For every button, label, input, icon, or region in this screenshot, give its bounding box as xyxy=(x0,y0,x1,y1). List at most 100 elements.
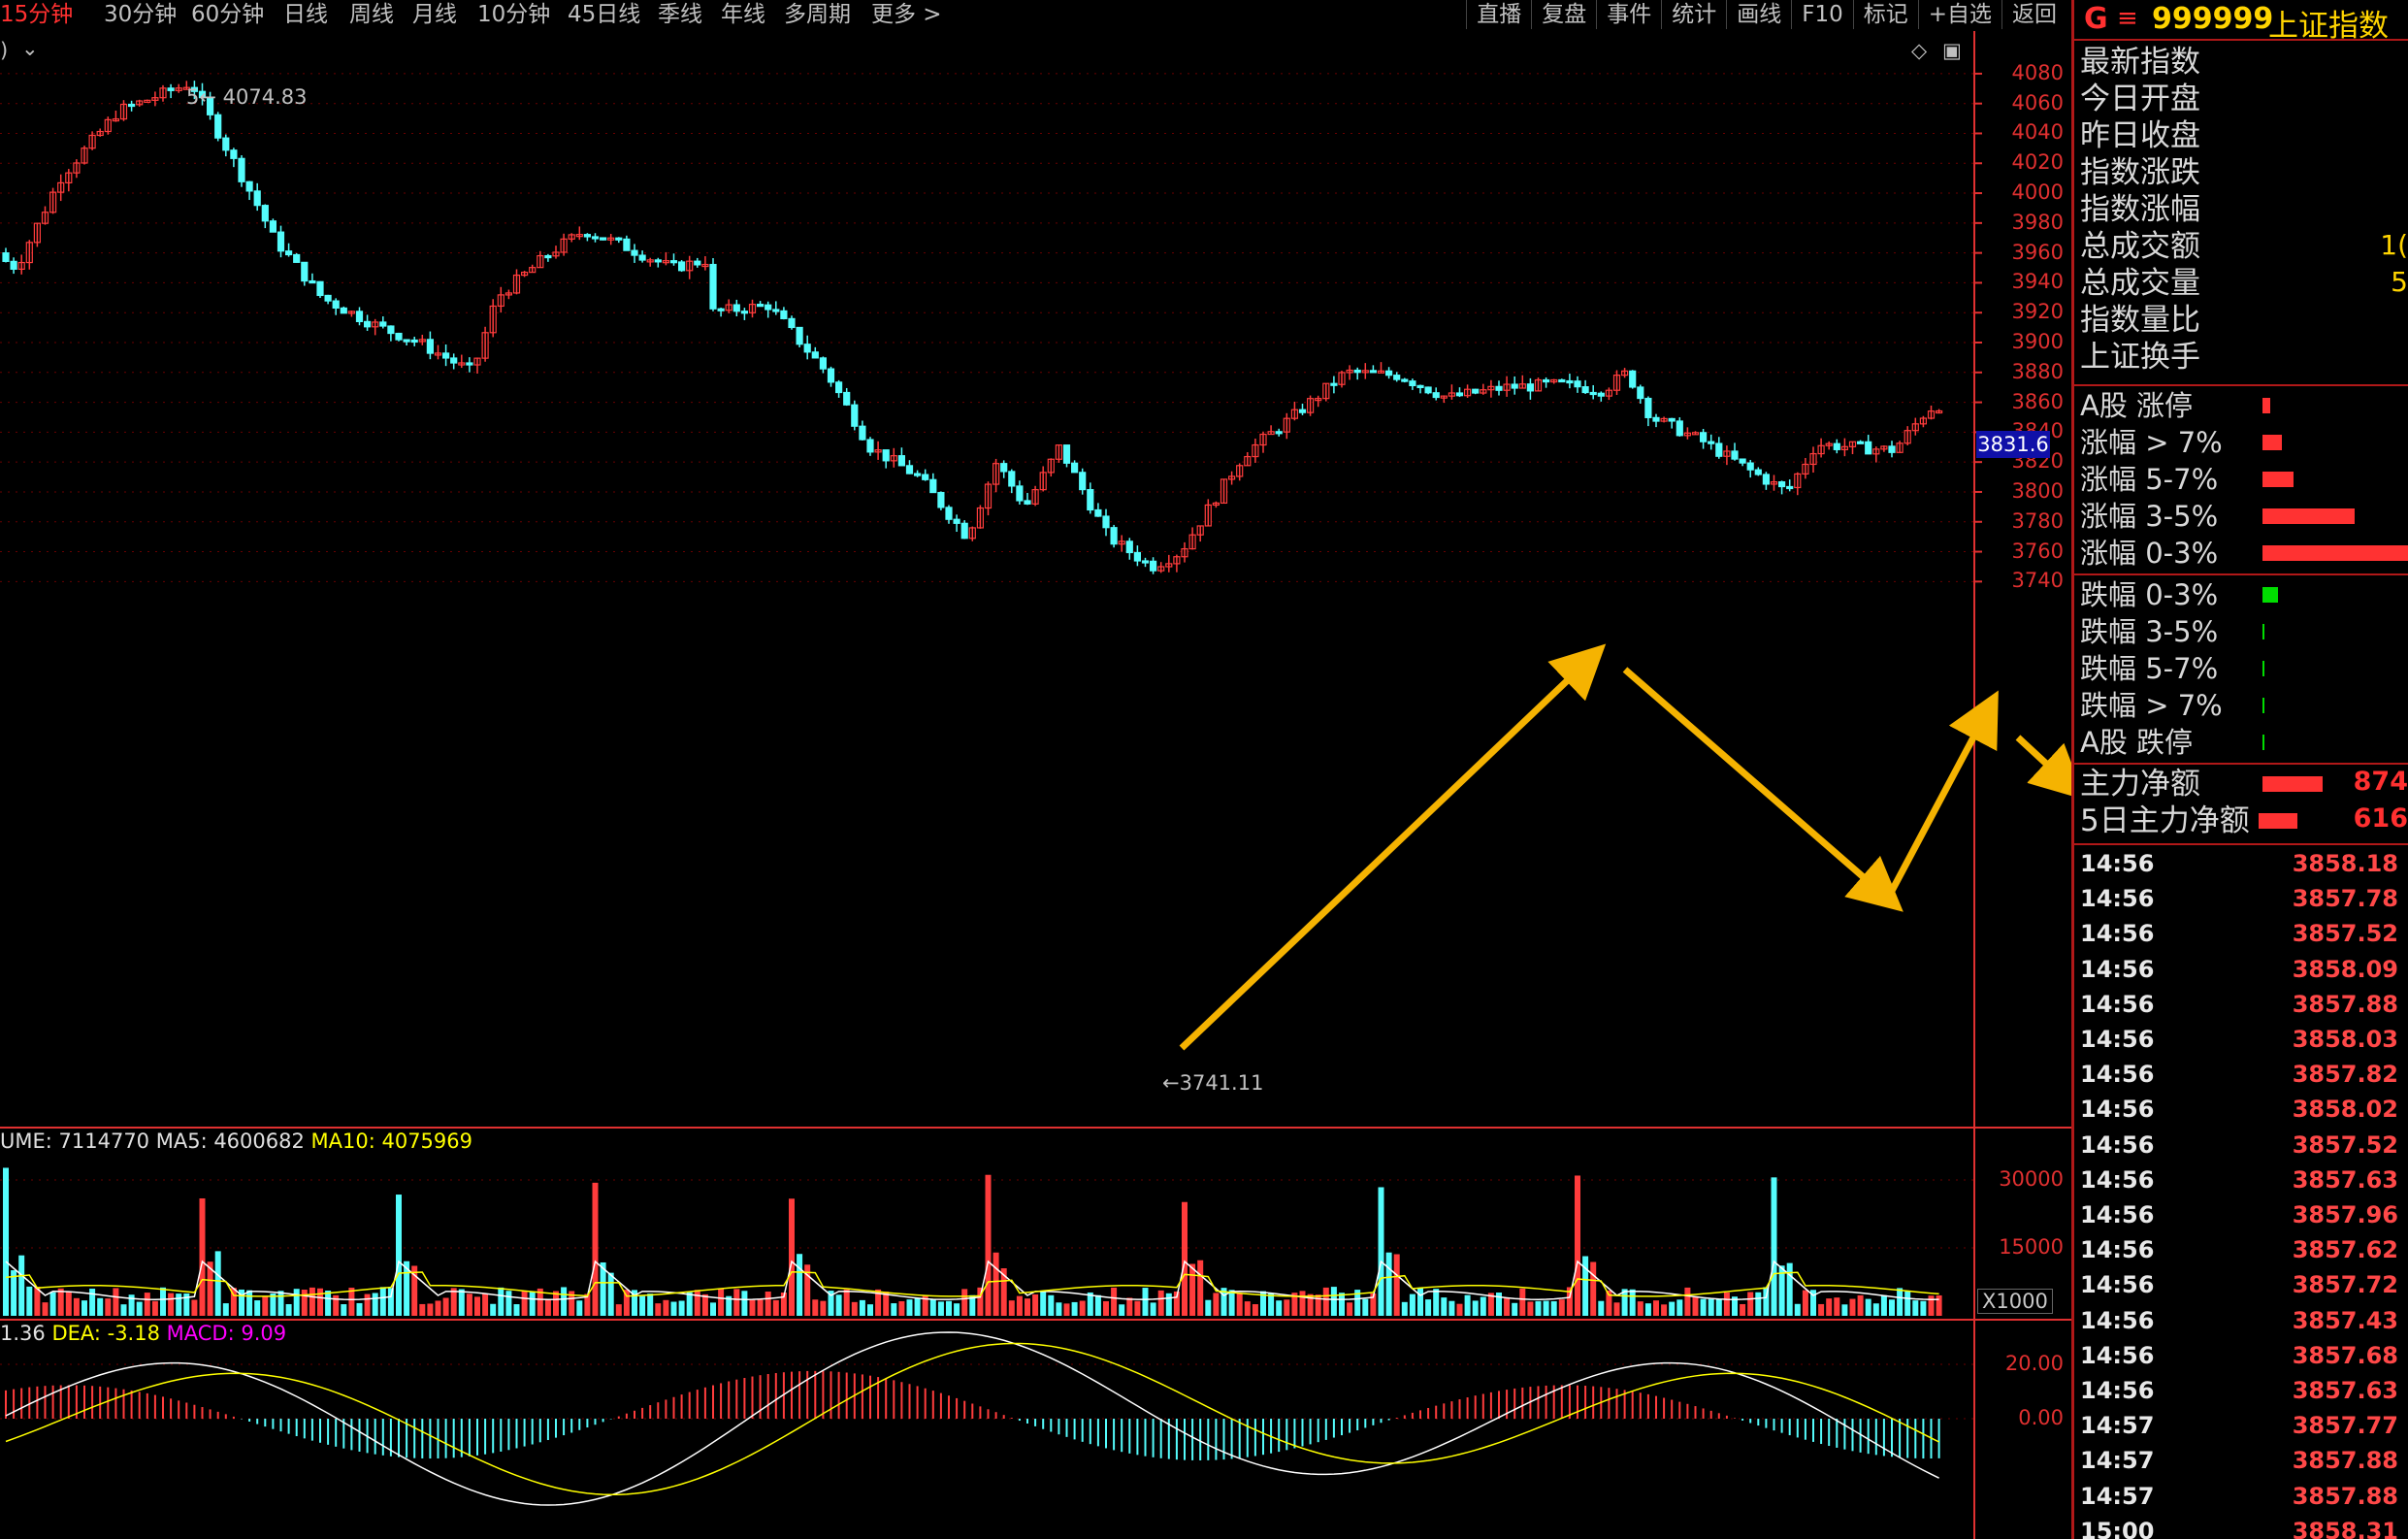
candle-body xyxy=(1330,382,1338,386)
period-tab[interactable]: 年线 xyxy=(721,2,765,27)
period-tab[interactable]: 10分钟 xyxy=(477,2,550,27)
volume-bar xyxy=(670,1301,677,1316)
distribution-bar xyxy=(2262,661,2264,676)
period-tab[interactable]: 月线 xyxy=(412,2,457,27)
tick-price: 3857.63 xyxy=(2292,1377,2398,1404)
volume-bar xyxy=(81,1300,87,1316)
volume-bar xyxy=(1284,1299,1290,1316)
price-axis-label: 3920 xyxy=(2011,300,2064,324)
volume-bar xyxy=(1142,1288,1149,1316)
candle-body xyxy=(1070,462,1079,474)
candle-body xyxy=(466,362,473,366)
divider xyxy=(2074,763,2408,765)
candle-body xyxy=(301,261,309,282)
volume-bar xyxy=(1268,1293,1275,1316)
volume-bar xyxy=(105,1298,112,1316)
volume-bar xyxy=(498,1287,504,1316)
distribution-label: 跌幅 3-5% xyxy=(2080,615,2219,648)
tick-price: 3857.96 xyxy=(2292,1201,2398,1228)
candle-body xyxy=(1024,500,1031,505)
menu-icon[interactable]: ≡ xyxy=(2117,4,2138,33)
tool-button[interactable]: 统计 xyxy=(1661,0,1726,29)
tool-button[interactable]: 事件 xyxy=(1596,0,1661,29)
volume-bar xyxy=(1048,1294,1055,1316)
volume-bar xyxy=(1786,1262,1793,1316)
candle-body xyxy=(1149,560,1157,572)
volume-bar xyxy=(1841,1304,1848,1316)
volume-bar xyxy=(1056,1302,1062,1316)
volume-bar xyxy=(348,1288,355,1316)
period-tab[interactable]: 30分钟 xyxy=(104,2,177,27)
candle-body xyxy=(1000,463,1008,473)
tool-button[interactable]: 标记 xyxy=(1852,0,1918,29)
volume-bar xyxy=(1543,1300,1549,1316)
price-axis-label: 3760 xyxy=(2011,539,2064,563)
flow-value: 616 xyxy=(2353,803,2408,834)
volume-bar xyxy=(442,1297,449,1316)
trend-arrows xyxy=(1179,643,2071,1051)
candle-body xyxy=(897,455,906,467)
volume-bar xyxy=(835,1294,842,1316)
candle-body xyxy=(1526,383,1535,392)
candle-body xyxy=(1888,445,1896,453)
period-tab[interactable]: 日线 xyxy=(283,2,328,27)
volume-bar xyxy=(1040,1291,1047,1316)
volume-bar xyxy=(309,1287,315,1316)
volume-bar xyxy=(49,1292,56,1316)
candle-body xyxy=(1110,527,1118,545)
volume-bar xyxy=(1700,1298,1707,1316)
tick-price: 3857.72 xyxy=(2292,1271,2398,1299)
field-label: 最新指数 xyxy=(2080,45,2200,80)
volume-bar xyxy=(1598,1300,1605,1316)
volume-bar xyxy=(1322,1287,1329,1316)
tool-button[interactable]: +自选 xyxy=(1917,0,2001,29)
period-tab[interactable]: 更多 > xyxy=(871,2,942,27)
period-tab[interactable]: 45日线 xyxy=(568,2,640,27)
volume-bar xyxy=(1740,1303,1746,1316)
tool-button[interactable]: F10 xyxy=(1791,0,1853,29)
volume-bar xyxy=(120,1304,127,1316)
volume-bar xyxy=(1339,1293,1345,1316)
period-tab[interactable]: 季线 xyxy=(658,2,702,27)
price-axis-label: 3940 xyxy=(2011,270,2064,294)
candle-body xyxy=(285,250,293,256)
volume-bar xyxy=(701,1293,708,1316)
candle-body xyxy=(623,238,631,251)
volume-bar xyxy=(1519,1288,1526,1316)
period-tab[interactable]: 15分钟 xyxy=(0,2,73,27)
high-label: 5← 4074.83 xyxy=(186,85,308,109)
price-axis-label: 4020 xyxy=(2011,150,2064,175)
candle-body xyxy=(591,236,600,240)
candle-body xyxy=(253,190,261,207)
distribution-label: A股 涨停 xyxy=(2080,389,2194,422)
tick-time: 14:56 xyxy=(2080,1165,2155,1194)
volume-bar xyxy=(694,1290,700,1316)
volume-bar xyxy=(561,1287,568,1316)
volume-bar xyxy=(1134,1300,1141,1316)
candle-body xyxy=(1589,391,1597,396)
tick-price: 3857.77 xyxy=(2292,1412,2398,1440)
tool-button[interactable]: 返回 xyxy=(2001,0,2066,29)
candle-body xyxy=(293,253,301,263)
period-tab[interactable]: 周线 xyxy=(349,2,394,27)
volume-bar xyxy=(466,1293,472,1316)
tool-button[interactable]: 复盘 xyxy=(1531,0,1596,29)
volume-bar xyxy=(168,1293,175,1316)
candle-body xyxy=(631,249,638,256)
tick-price: 3857.43 xyxy=(2292,1306,2398,1334)
candle-body xyxy=(1699,432,1708,442)
volume-bar xyxy=(867,1304,873,1316)
volume-bar xyxy=(961,1289,968,1316)
g-icon[interactable]: G xyxy=(2084,2,2108,36)
volume-bar xyxy=(1150,1302,1156,1316)
volume-bar xyxy=(1464,1294,1471,1316)
period-tab[interactable]: 60分钟 xyxy=(191,2,264,27)
distribution-bar xyxy=(2262,735,2264,750)
tool-button[interactable]: 画线 xyxy=(1726,0,1791,29)
chart-area[interactable] xyxy=(0,31,2071,1539)
tool-button[interactable]: 直播 xyxy=(1466,0,1531,29)
volume-bar xyxy=(1575,1175,1580,1316)
volume-bar xyxy=(1936,1294,1942,1316)
period-tab[interactable]: 多周期 xyxy=(784,2,851,27)
diamond-icon: ◇ xyxy=(1911,39,1928,62)
